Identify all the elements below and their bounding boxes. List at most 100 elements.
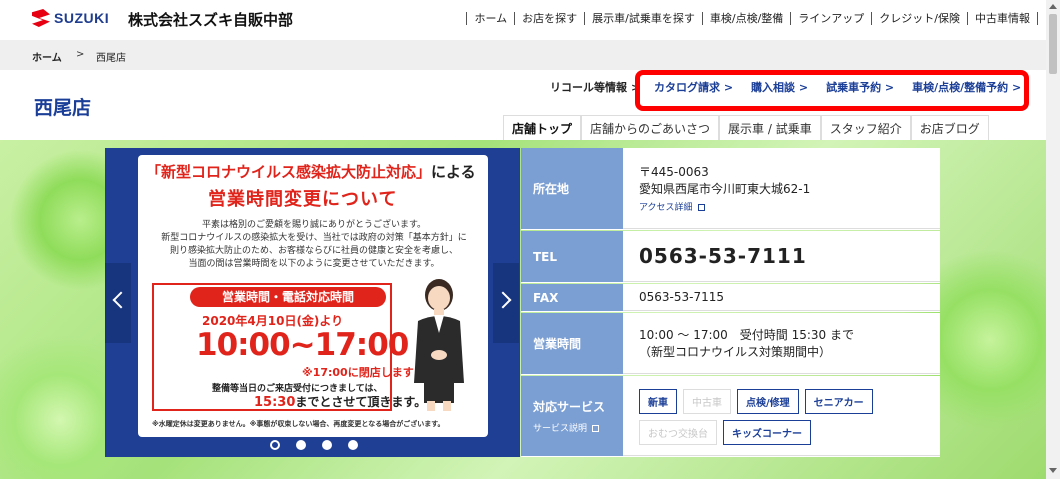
tel-number[interactable]: 0563-53-7111	[639, 244, 940, 268]
carousel-next-button[interactable]	[493, 263, 519, 343]
catalog-request-link[interactable]: カタログ請求 >	[654, 79, 733, 95]
tab-store-top[interactable]: 店舗トップ	[503, 115, 582, 140]
tel-label: TEL	[521, 231, 623, 282]
top-nav: ホーム お店を探す 展示車/試乗車を探す 車検/点検/整備 ラインアップ クレジ…	[466, 12, 1038, 25]
banner-hours-pill: 営業時間・電話対応時間	[190, 287, 386, 307]
banner-body-line: 則り感染拡大防止のため、お客様ならびに社員の健康と安全を考慮し、	[169, 246, 458, 256]
chevron-right-icon	[494, 291, 512, 309]
test-drive-link[interactable]: 試乗車予約 >	[826, 79, 894, 95]
address-row: 所在地 〒445-0063 愛知県西尾市今川町東大城62-1 アクセス詳細	[521, 148, 940, 230]
banner-subheading: 営業時間変更について	[208, 189, 398, 210]
services-value: 新車 中古車 点検/修理 セニアカー おむつ交換台 キッズコーナー	[623, 376, 940, 456]
carousel-dot-2[interactable]	[296, 440, 306, 450]
banner-accept-time-value: 15:30	[254, 395, 296, 410]
site-header: SUZUKI 株式会社スズキ自販中部 ホーム お店を探す 展示車/試乗車を探す …	[0, 0, 1046, 40]
nav-lineup[interactable]: ラインアップ	[790, 12, 871, 25]
hours-row: 営業時間 10:00 ～ 17:00 受付時間 15:30 まで （新型コロナウ…	[521, 313, 940, 375]
address-text: 愛知県西尾市今川町東大城62-1	[639, 182, 811, 196]
breadcrumb-home[interactable]: ホーム	[32, 49, 62, 64]
services-label: 対応サービス サービス説明	[521, 376, 623, 456]
purchase-consult-link[interactable]: 購入相談 >	[751, 79, 808, 95]
banner-close-note: ※17:00に閉店します	[302, 366, 414, 379]
service-diaper-table: おむつ交換台	[639, 419, 717, 445]
carousel-dot-3[interactable]	[322, 440, 332, 450]
nav-find-store[interactable]: お店を探す	[514, 12, 584, 25]
nav-credit[interactable]: クレジット/保険	[871, 12, 967, 25]
carousel-dots	[270, 440, 374, 450]
shop-tabs: 店舗トップ 店舗からのごあいさつ 展示車 / 試乗車 スタッフ紹介 お店ブログ	[503, 115, 989, 140]
service-description-label: サービス説明	[533, 424, 588, 434]
recall-label: リコール等情報	[550, 81, 627, 94]
scroll-thumb[interactable]	[1049, 14, 1057, 74]
hours-note: （新型コロナウイルス対策期間中）	[639, 345, 832, 359]
breadcrumb-separator: >	[76, 49, 85, 60]
breadcrumb: ホーム > 西尾店	[0, 40, 1046, 70]
scroll-up-icon[interactable]	[1049, 4, 1057, 9]
banner-heading: 「新型コロナウイルス感染拡大防止対応」による	[146, 161, 476, 182]
suzuki-logo[interactable]: SUZUKI	[32, 9, 109, 27]
staff-illustration-icon	[414, 279, 464, 411]
main-content: 「新型コロナウイルス感染拡大防止対応」による 営業時間変更について 平素は格別の…	[0, 140, 1046, 479]
service-repair: 点検/修理	[737, 388, 799, 414]
banner-heading-red: 「新型コロナウイルス感染拡大防止対応」	[146, 163, 432, 181]
hours-label: 営業時間	[521, 313, 623, 374]
nav-home[interactable]: ホーム	[466, 12, 514, 25]
suzuki-s-icon	[32, 9, 50, 27]
external-link-icon	[697, 204, 705, 211]
vertical-scrollbar[interactable]	[1046, 0, 1060, 479]
banner-body-line: 平素は格別のご愛顧を賜り誠にありがとうございます。	[201, 220, 427, 230]
service-kids-corner: キッズコーナー	[723, 419, 811, 445]
zip-code: 〒445-0063	[639, 165, 709, 179]
service-new-car: 新車	[639, 388, 677, 414]
banner-body: 平素は格別のご愛顧を賜り誠にありがとうございます。 新型コロナウイルスの感染拡大…	[150, 219, 478, 271]
nav-display-cars[interactable]: 展示車/試乗車を探す	[584, 12, 702, 25]
tel-value: 0563-53-7111	[623, 231, 940, 282]
service-used-car: 中古車	[683, 388, 731, 414]
tab-display-cars[interactable]: 展示車 / 試乗車	[719, 115, 821, 140]
carousel-dot-1[interactable]	[270, 440, 280, 450]
tab-greeting[interactable]: 店舗からのごあいさつ	[581, 115, 720, 140]
banner-heading-rest: による	[431, 163, 476, 181]
access-label: アクセス詳細	[639, 203, 693, 213]
tab-staff[interactable]: スタッフ紹介	[820, 115, 911, 140]
external-link-icon	[592, 425, 600, 432]
access-link[interactable]: アクセス詳細	[639, 200, 940, 213]
service-senior-car: セニアカー	[804, 388, 873, 414]
logo-text: SUZUKI	[54, 10, 110, 26]
nav-used-cars[interactable]: 中古車情報	[967, 12, 1038, 25]
hours-text: 10:00 ～ 17:00 受付時間 15:30 まで	[639, 328, 855, 342]
services-row: 対応サービス サービス説明 新車 中古車 点検/修理 セニアカー おむつ交換台 …	[521, 376, 940, 457]
tab-blog[interactable]: お店ブログ	[910, 115, 989, 140]
shop-sublinks: カタログ請求 > 購入相談 > 試乗車予約 > 車検/点検/整備予約 >	[654, 79, 1039, 95]
fax-row: FAX 0563-53-7115	[521, 284, 940, 312]
banner-accept-time-rest: までとさせて頂きます。	[295, 395, 427, 409]
fax-label: FAX	[521, 284, 623, 311]
recall-link[interactable]: リコール等情報 >	[550, 79, 640, 95]
banner-body-line: 当面の間は営業時間を以下のように変更させていただきます。	[188, 259, 440, 269]
breadcrumb-current: 西尾店	[96, 53, 126, 64]
store-info-table: 所在地 〒445-0063 愛知県西尾市今川町東大城62-1 アクセス詳細 TE…	[521, 148, 940, 457]
address-label: 所在地	[521, 148, 623, 229]
services-title: 対応サービス	[533, 400, 606, 414]
nav-maintenance[interactable]: 車検/点検/整備	[701, 12, 790, 25]
inspection-reserve-link[interactable]: 車検/点検/整備予約 >	[912, 79, 1021, 95]
shop-bar: 西尾店 リコール等情報 > カタログ請求 > 購入相談 > 試乗車予約 > 車検/…	[0, 70, 1046, 140]
banner-accept-time: 15:30までとさせて頂きます。	[254, 393, 426, 410]
banner-time: 10:00~17:00	[196, 327, 409, 363]
address-value: 〒445-0063 愛知県西尾市今川町東大城62-1 アクセス詳細	[623, 148, 940, 229]
scroll-down-icon[interactable]	[1049, 468, 1057, 473]
service-description-link[interactable]: サービス説明	[533, 421, 623, 434]
banner-body-line: 新型コロナウイルスの感染拡大を受け、当社では政府の対策「基本方針」に	[161, 233, 467, 243]
banner-footnote: ※水曜定休は変更ありません。※事態が収束しない場合、再度変更となる場合がございま…	[152, 420, 445, 428]
banner-carousel: 「新型コロナウイルス感染拡大防止対応」による 営業時間変更について 平素は格別の…	[105, 148, 520, 457]
shop-title: 西尾店	[34, 97, 92, 119]
carousel-dot-4[interactable]	[348, 440, 358, 450]
tel-row: TEL 0563-53-7111	[521, 231, 940, 283]
chevron-left-icon	[112, 291, 130, 309]
carousel-prev-button[interactable]	[105, 263, 131, 343]
company-name: 株式会社スズキ自販中部	[128, 11, 294, 29]
banner-slide[interactable]: 「新型コロナウイルス感染拡大防止対応」による 営業時間変更について 平素は格別の…	[138, 155, 488, 437]
services-list: 新車 中古車 点検/修理 セニアカー おむつ交換台 キッズコーナー	[639, 381, 940, 451]
fax-value: 0563-53-7115	[623, 284, 940, 311]
hours-value: 10:00 ～ 17:00 受付時間 15:30 まで （新型コロナウイルス対策…	[623, 313, 940, 374]
